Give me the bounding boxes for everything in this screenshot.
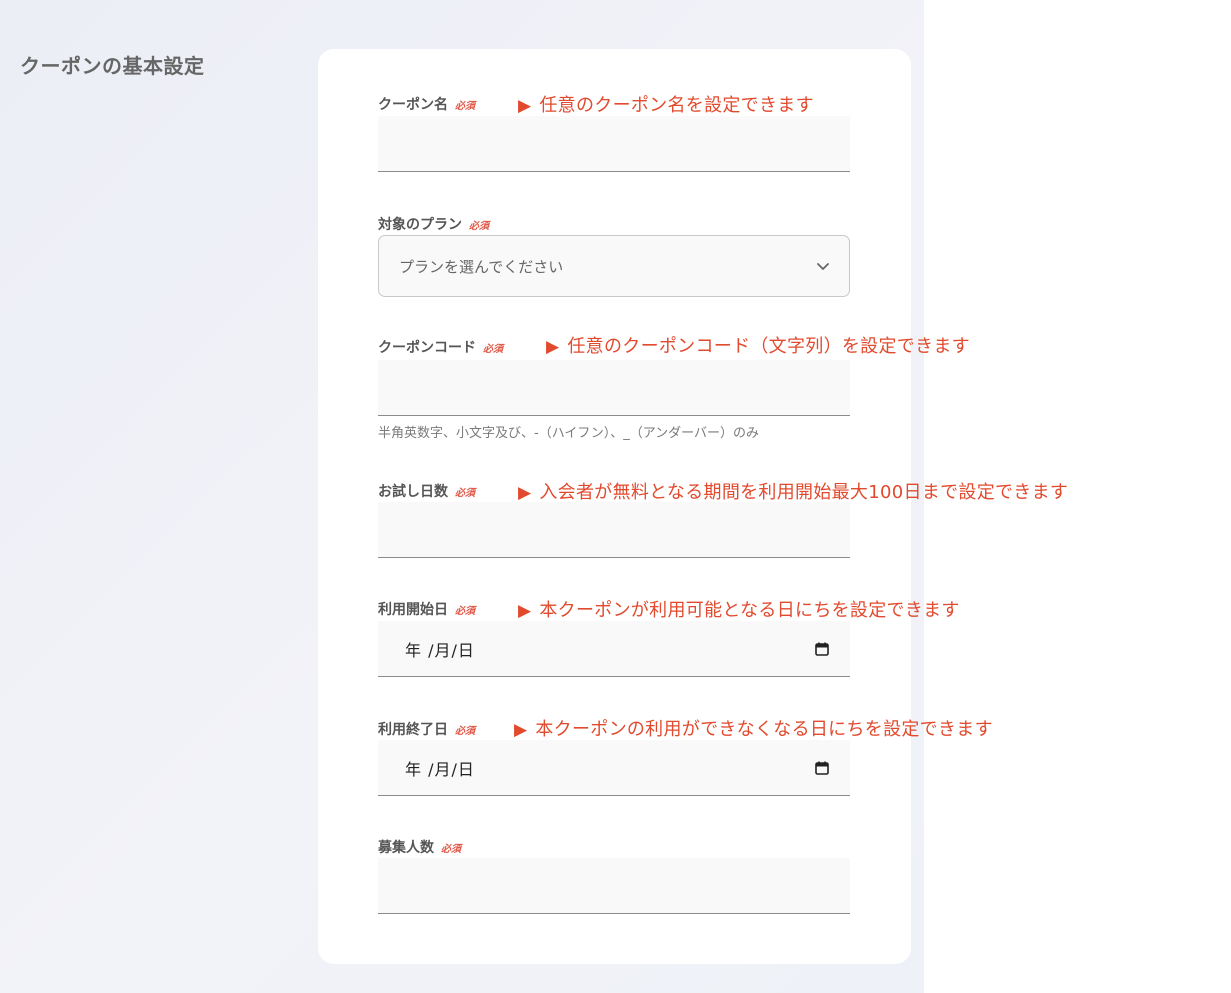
coupon-code-annotation-text: 任意のクーポンコード（文字列）を設定できます [567, 336, 970, 357]
end-date-input[interactable]: 年 /月/日 [378, 740, 850, 796]
calendar-icon[interactable] [814, 641, 830, 657]
coupon-name-label: クーポン名 必須 [378, 94, 475, 114]
arrow-right-icon: ▶ [546, 337, 560, 357]
coupon-name-annotation-text: 任意のクーポン名を設定できます [539, 95, 814, 116]
coupon-name-annotation: ▶ 任意のクーポン名を設定できます [518, 91, 814, 117]
start-date-label: 利用開始日 必須 [378, 599, 475, 619]
calendar-icon[interactable] [814, 760, 830, 776]
start-date-input[interactable]: 年 /月/日 [378, 621, 850, 677]
coupon-code-annotation: ▶ 任意のクーポンコード（文字列）を設定できます [546, 332, 970, 358]
end-date-placeholder: 年 /月/日 [405, 759, 475, 779]
required-badge: 必須 [455, 605, 475, 617]
capacity-input[interactable] [378, 858, 850, 914]
plan-select[interactable]: プランを選んでください [378, 235, 850, 297]
end-date-label: 利用終了日 必須 [378, 719, 475, 739]
arrow-right-icon: ▶ [514, 720, 528, 740]
required-badge: 必須 [469, 220, 489, 232]
chevron-down-icon [817, 263, 829, 270]
start-date-annotation-text: 本クーポンが利用可能となる日にちを設定できます [539, 600, 960, 621]
start-date-annotation: ▶ 本クーポンが利用可能となる日にちを設定できます [518, 596, 960, 622]
trial-days-label-text: お試し日数 [378, 484, 448, 500]
required-badge: 必須 [483, 343, 503, 355]
arrow-right-icon: ▶ [518, 96, 532, 116]
arrow-right-icon: ▶ [518, 483, 532, 503]
coupon-code-helper-text: 半角英数字、小文字及び、-（ハイフン）、_（アンダーバー）のみ [378, 426, 760, 441]
trial-days-annotation-text: 入会者が無料となる期間を利用開始最大100日まで設定できます [539, 482, 1069, 503]
coupon-code-label-text: クーポンコード [378, 340, 476, 356]
trial-days-annotation: ▶ 入会者が無料となる期間を利用開始最大100日まで設定できます [518, 478, 1068, 504]
required-badge: 必須 [455, 487, 475, 499]
required-badge: 必須 [455, 100, 475, 112]
trial-days-label: お試し日数 必須 [378, 481, 475, 501]
coupon-code-label: クーポンコード 必須 [378, 337, 503, 357]
required-badge: 必須 [455, 725, 475, 737]
plan-label: 対象のプラン 必須 [378, 214, 489, 234]
end-date-label-text: 利用終了日 [378, 722, 448, 738]
coupon-name-label-text: クーポン名 [378, 97, 448, 113]
trial-days-input[interactable] [378, 502, 850, 558]
capacity-label: 募集人数 必須 [378, 837, 461, 857]
plan-select-placeholder: プランを選んでください [399, 257, 564, 276]
start-date-placeholder: 年 /月/日 [405, 640, 475, 660]
coupon-code-input[interactable] [378, 360, 850, 416]
end-date-annotation: ▶ 本クーポンの利用ができなくなる日にちを設定できます [514, 715, 993, 741]
required-badge: 必須 [441, 843, 461, 855]
plan-label-text: 対象のプラン [378, 217, 462, 233]
section-title: クーポンの基本設定 [20, 54, 205, 78]
coupon-name-input[interactable] [378, 116, 850, 172]
start-date-label-text: 利用開始日 [378, 602, 448, 618]
arrow-right-icon: ▶ [518, 601, 532, 621]
end-date-annotation-text: 本クーポンの利用ができなくなる日にちを設定できます [535, 719, 993, 740]
capacity-label-text: 募集人数 [378, 840, 434, 856]
